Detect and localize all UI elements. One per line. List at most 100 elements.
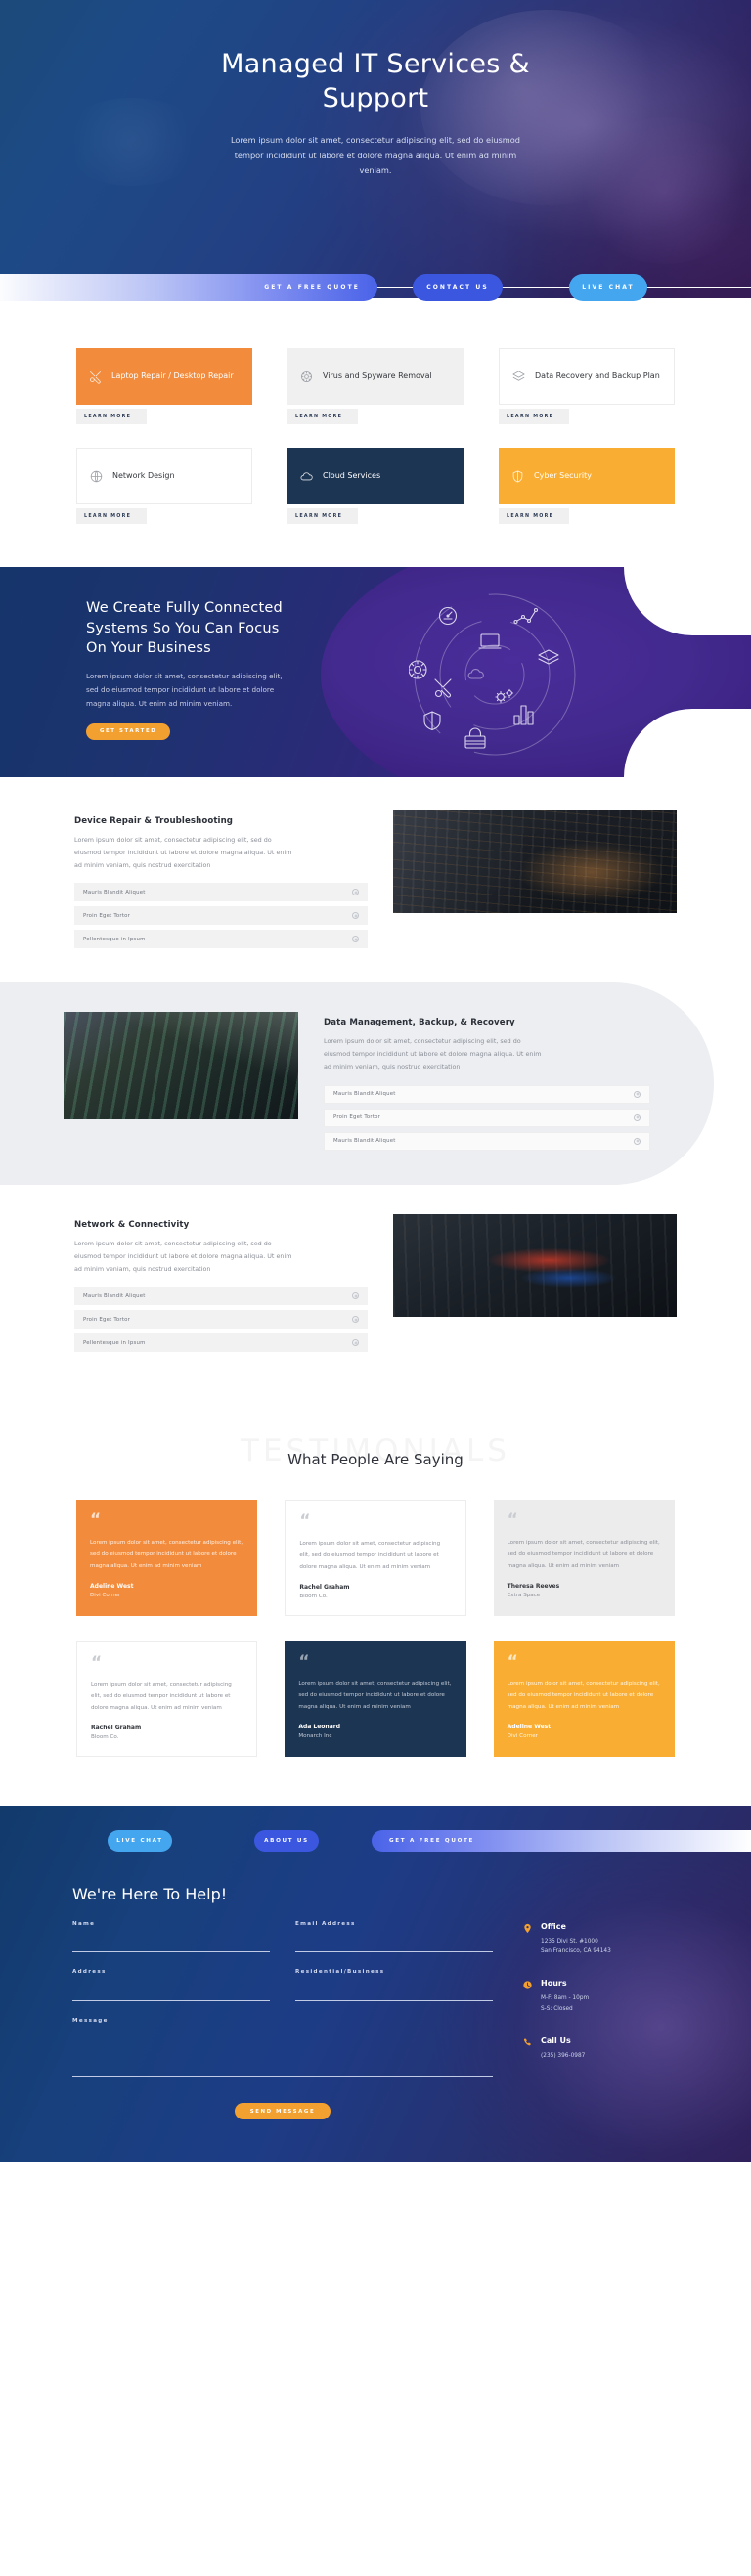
- address-input[interactable]: [72, 1989, 270, 2001]
- accordion: Mauris Blandit Aliquet Proin Eget Tortor…: [74, 1287, 368, 1353]
- contact-us-button[interactable]: CONTACT US: [413, 274, 503, 301]
- service-card-cyber-security[interactable]: Cyber Security LEARN MORE: [499, 448, 675, 524]
- footer-cta-bar: LIVE CHAT ABOUT US GET A FREE QUOTE: [0, 1829, 751, 1859]
- plus-circle-icon[interactable]: [634, 1137, 641, 1145]
- learn-more-link[interactable]: LEARN MORE: [287, 409, 358, 424]
- service-card-body: Cyber Security: [499, 448, 675, 504]
- service-card-body: Laptop Repair / Desktop Repair: [76, 348, 252, 405]
- send-message-button[interactable]: SEND MESSAGE: [234, 2103, 331, 2120]
- accordion-label: Pellentesque in Ipsum: [83, 1339, 146, 1346]
- landing-page: Managed IT Services & Support Lorem ipsu…: [0, 0, 751, 2162]
- message-field-group: Message: [72, 2018, 493, 2081]
- plus-circle-icon[interactable]: [352, 1316, 359, 1324]
- plus-circle-icon[interactable]: [352, 912, 359, 920]
- testimonial-author: Adeline West: [507, 1723, 552, 1730]
- contact-form: We're Here To Help! Name Email Address A…: [72, 1885, 493, 2120]
- testimonials-header: TESTIMONIALS What People Are Saying: [0, 1431, 751, 1482]
- plus-circle-icon[interactable]: [352, 1339, 359, 1347]
- accordion-item[interactable]: Pellentesque in Ipsum: [74, 930, 368, 949]
- block-text-column: Data Management, Backup, & Recovery Lore…: [324, 1012, 650, 1155]
- email-label: Email Address: [295, 1920, 356, 1927]
- residential-business-label: Residential/Business: [295, 1969, 385, 1976]
- get-a-free-quote-button[interactable]: GET A FREE QUOTE: [0, 274, 377, 301]
- map-pin-icon: [522, 1922, 533, 1957]
- service-card-body: Data Recovery and Backup Plan: [499, 348, 675, 405]
- message-input[interactable]: [72, 2030, 493, 2077]
- block-layout: Data Management, Backup, & Recovery Lore…: [64, 1012, 650, 1155]
- testimonial-card: “ Lorem ipsum dolor sit amet, consectetu…: [285, 1500, 466, 1616]
- live-chat-button[interactable]: LIVE CHAT: [569, 274, 647, 301]
- cloud-icon: [299, 469, 314, 484]
- accordion-item[interactable]: Mauris Blandit Aliquet: [324, 1084, 650, 1104]
- network-cables-photo: [393, 1213, 677, 1317]
- name-input[interactable]: [72, 1942, 270, 1953]
- testimonial-card: “ Lorem ipsum dolor sit amet, consectetu…: [493, 1640, 675, 1757]
- testimonial-author: Rachel Graham: [91, 1724, 142, 1731]
- service-card-laptop-repair[interactable]: Laptop Repair / Desktop Repair LEARN MOR…: [76, 348, 252, 424]
- call-us-info-text: Call Us (235) 396-0987: [541, 2036, 585, 2062]
- learn-more-link[interactable]: LEARN MORE: [76, 409, 147, 424]
- service-card-virus-removal[interactable]: Virus and Spyware Removal LEARN MORE: [287, 348, 464, 424]
- service-card-body: Cloud Services: [287, 448, 464, 504]
- hours-info: Hours M-F: 8am - 10pm S-S: Closed: [522, 1979, 679, 2014]
- learn-more-link[interactable]: LEARN MORE: [499, 508, 569, 524]
- accordion-label: Proin Eget Tortor: [333, 1114, 381, 1121]
- quote-mark-icon: “: [299, 1511, 311, 1532]
- accordion-item[interactable]: Mauris Blandit Aliquet: [74, 1287, 368, 1306]
- form-row: Address Residential/Business: [72, 1969, 493, 2018]
- testimonial-text: Lorem ipsum dolor sit amet, consectetur …: [91, 1681, 232, 1711]
- footer-about-us-button[interactable]: ABOUT US: [254, 1829, 319, 1852]
- learn-more-link[interactable]: LEARN MORE: [287, 508, 358, 524]
- learn-more-link[interactable]: LEARN MORE: [499, 409, 569, 424]
- plus-circle-icon[interactable]: [352, 889, 359, 896]
- send-button-wrap: SEND MESSAGE: [72, 2098, 493, 2120]
- plus-circle-icon[interactable]: [352, 1292, 359, 1300]
- plus-circle-icon[interactable]: [634, 1113, 641, 1121]
- email-input[interactable]: [295, 1942, 493, 1953]
- circuit-board-photo: [393, 810, 677, 913]
- block-title: Device Repair & Troubleshooting: [74, 816, 234, 826]
- service-card-data-recovery[interactable]: Data Recovery and Backup Plan LEARN MORE: [499, 348, 675, 424]
- testimonial-company: Divi Corner: [90, 1592, 121, 1598]
- residential-business-input[interactable]: [295, 1989, 493, 2001]
- call-us-title: Call Us: [541, 2035, 571, 2045]
- block-title: Data Management, Backup, & Recovery: [324, 1018, 515, 1028]
- block-layout: Network & Connectivity Lorem ipsum dolor…: [74, 1213, 677, 1357]
- learn-more-link[interactable]: LEARN MORE: [76, 508, 147, 524]
- testimonial-text: Lorem ipsum dolor sit amet, consectetur …: [299, 1541, 441, 1570]
- hero-content: Managed IT Services & Support Lorem ipsu…: [0, 0, 751, 179]
- accordion: Mauris Blandit Aliquet Proin Eget Tortor…: [74, 883, 368, 949]
- block-text-column: Network & Connectivity Lorem ipsum dolor…: [74, 1214, 368, 1357]
- testimonial-text: Lorem ipsum dolor sit amet, consectetur …: [298, 1681, 452, 1710]
- accordion-item[interactable]: Mauris Blandit Aliquet: [324, 1131, 650, 1151]
- plus-circle-icon[interactable]: [634, 1090, 641, 1098]
- service-card-network-design[interactable]: Network Design LEARN MORE: [76, 448, 252, 524]
- testimonials-section: TESTIMONIALS What People Are Saying “ Lo…: [0, 1386, 751, 1806]
- testimonials-grid: “ Lorem ipsum dolor sit amet, consectetu…: [76, 1500, 675, 1757]
- accordion-item[interactable]: Pellentesque in Ipsum: [74, 1333, 368, 1353]
- accordion-item[interactable]: Proin Eget Tortor: [324, 1108, 650, 1127]
- feature-title: We Create Fully Connected Systems So You…: [86, 600, 283, 657]
- type-field-group: Residential/Business: [295, 1969, 493, 2001]
- hero-section: Managed IT Services & Support Lorem ipsu…: [0, 0, 751, 298]
- testimonial-company: Monarch Inc: [298, 1732, 332, 1739]
- plus-circle-icon[interactable]: [352, 936, 359, 943]
- office-info-text: Office 1235 Divi St. #1000 San Francisco…: [541, 1922, 611, 1957]
- get-started-button[interactable]: GET STARTED: [86, 722, 171, 740]
- accordion-item[interactable]: Mauris Blandit Aliquet: [74, 883, 368, 902]
- hero-subtitle: Lorem ipsum dolor sit amet, consectetur …: [231, 135, 520, 176]
- office-line-1: 1235 Divi St. #1000: [541, 1938, 598, 1944]
- accordion-item[interactable]: Proin Eget Tortor: [74, 906, 368, 926]
- testimonial-text: Lorem ipsum dolor sit amet, consectetur …: [507, 1540, 660, 1569]
- testimonial-company: Bloom Co.: [299, 1593, 328, 1599]
- footer-live-chat-button[interactable]: LIVE CHAT: [108, 1829, 172, 1852]
- block-paragraph: Lorem ipsum dolor sit amet, consectetur …: [324, 1037, 542, 1071]
- service-card-cloud-services[interactable]: Cloud Services LEARN MORE: [287, 448, 464, 524]
- hero-cta-bar: GET A FREE QUOTE CONTACT US LIVE CHAT: [0, 270, 751, 309]
- accordion-item[interactable]: Proin Eget Tortor: [74, 1310, 368, 1330]
- email-field-group: Email Address: [295, 1921, 493, 1953]
- accordion-label: Pellentesque in Ipsum: [83, 936, 146, 942]
- testimonial-author: Theresa Reeves: [507, 1582, 560, 1590]
- footer-get-a-free-quote-button[interactable]: GET A FREE QUOTE: [372, 1829, 751, 1852]
- testimonial-author: Adeline West: [90, 1582, 134, 1590]
